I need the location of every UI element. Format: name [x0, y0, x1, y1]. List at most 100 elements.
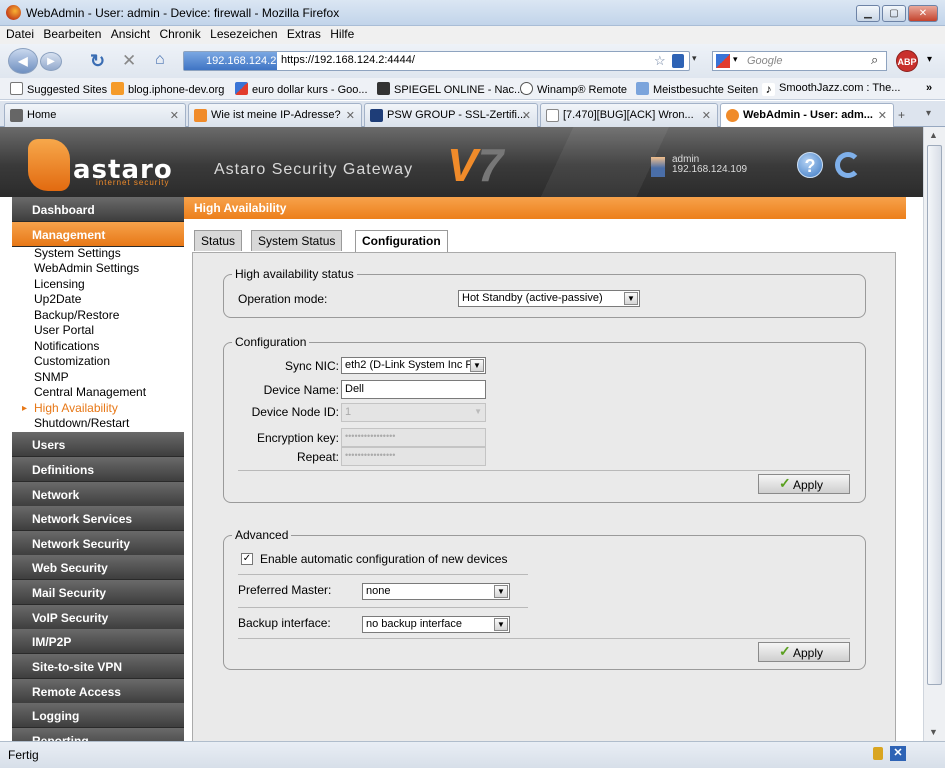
browser-tab-psw[interactable]: PSW GROUP - SSL-Zertifi... ✕ [364, 103, 538, 127]
sidebar-site-to-site-vpn[interactable]: Site-to-site VPN [12, 654, 184, 679]
adblock-icon[interactable]: ABP [896, 50, 918, 72]
bookmark-iphone-dev[interactable]: blog.iphone-dev.org [111, 82, 224, 96]
forward-button[interactable]: ▶ [40, 52, 62, 71]
dropdown-icon[interactable]: ▾ [692, 53, 697, 64]
url-text[interactable]: https://192.168.124.2:4444/ [281, 54, 415, 66]
sidebar-item-system-settings[interactable]: System Settings [34, 246, 121, 261]
refresh-icon[interactable] [835, 152, 861, 178]
sidebar-remote-access[interactable]: Remote Access [12, 679, 184, 704]
google-icon [235, 82, 248, 95]
sidebar-users[interactable]: Users [12, 432, 184, 457]
star-icon[interactable]: ☆ [654, 53, 666, 69]
scrollbar-thumb[interactable] [927, 145, 942, 685]
version-badge: V7 [447, 141, 503, 189]
sidebar-network-services[interactable]: Network Services [12, 506, 184, 531]
sidebar-item-up2date[interactable]: Up2Date [34, 292, 81, 307]
home-favicon-icon [10, 109, 23, 122]
search-engine-dropdown-icon[interactable]: ▾ [733, 54, 738, 65]
bookmark-meistbesuchte[interactable]: Meistbesuchte Seiten [636, 82, 758, 96]
chevron-down-icon: ▼ [494, 618, 508, 631]
sidebar-reporting[interactable]: Reporting [12, 728, 184, 741]
sidebar-item-shutdown-restart[interactable]: Shutdown/Restart [34, 416, 129, 431]
bookmark-spiegel[interactable]: SPIEGEL ONLINE - Nac... [377, 82, 523, 96]
menu-lesezeichen[interactable]: Lesezeichen [210, 26, 277, 43]
stop-icon[interactable]: ✕ [122, 51, 136, 71]
addon-icon[interactable]: ✕ [890, 746, 906, 761]
close-tab-icon[interactable]: ✕ [346, 109, 355, 122]
menu-ansicht[interactable]: Ansicht [111, 26, 150, 43]
bookmark-winamp[interactable]: Winamp® Remote [520, 82, 627, 96]
page-favicon-icon [546, 109, 559, 122]
sidebar-item-webadmin-settings[interactable]: WebAdmin Settings [34, 261, 139, 276]
firefox-icon [6, 5, 21, 20]
sidebar-voip-security[interactable]: VoIP Security [12, 605, 184, 630]
home-icon[interactable]: ⌂ [155, 51, 165, 69]
browser-tab-home[interactable]: Home ✕ [4, 103, 186, 127]
search-bar[interactable]: ▾ Google ⌕ [712, 51, 887, 71]
sidebar-network[interactable]: Network [12, 482, 184, 507]
sidebar-item-licensing[interactable]: Licensing [34, 277, 85, 292]
google-icon[interactable] [716, 54, 730, 68]
sidebar-definitions[interactable]: Definitions [12, 457, 184, 482]
close-tab-icon[interactable]: ✕ [702, 109, 711, 122]
sidebar-item-notifications[interactable]: Notifications [34, 339, 99, 354]
reload-icon[interactable]: ↻ [90, 51, 105, 72]
preferred-master-select[interactable]: none ▼ [362, 583, 510, 600]
maximize-button[interactable]: ▢ [882, 5, 906, 22]
scroll-up-icon[interactable]: ▲ [929, 130, 938, 140]
sidebar-management[interactable]: Management [12, 222, 184, 247]
adblock-menu-icon[interactable]: ▾ [927, 54, 932, 65]
browser-tab-bug[interactable]: [7.470][BUG][ACK] Wron... ✕ [540, 103, 718, 127]
backup-interface-select[interactable]: no backup interface ▼ [362, 616, 510, 633]
vertical-scrollbar[interactable]: ▲ ▼ [923, 127, 945, 741]
feed-icon[interactable] [672, 54, 684, 68]
sidebar-item-snmp[interactable]: SNMP [34, 370, 69, 385]
apply-config-button[interactable]: ✓ Apply [758, 474, 850, 494]
operation-mode-select[interactable]: Hot Standby (active-passive) ▼ [458, 290, 640, 307]
browser-tab-webadmin[interactable]: WebAdmin - User: adm... ✕ [720, 103, 894, 128]
menu-datei[interactable]: Datei [6, 26, 34, 43]
bookmarks-overflow-icon[interactable]: » [926, 82, 932, 94]
device-name-input[interactable]: Dell [341, 380, 486, 399]
close-button[interactable]: ✕ [908, 5, 938, 22]
bookmark-suggested-sites[interactable]: Suggested Sites [10, 82, 107, 96]
sidebar-logging[interactable]: Logging [12, 703, 184, 728]
search-icon[interactable]: ⌕ [871, 52, 878, 68]
sidebar-network-security[interactable]: Network Security [12, 531, 184, 556]
sync-nic-select[interactable]: eth2 (D-Link System Inc F ▼ [341, 357, 486, 374]
tab-configuration[interactable]: Configuration [355, 230, 448, 252]
menu-extras[interactable]: Extras [287, 26, 321, 43]
back-button[interactable]: ◀ [8, 48, 38, 74]
tab-status[interactable]: Status [194, 230, 243, 251]
sidebar-item-high-availability[interactable]: High Availability [22, 401, 118, 416]
sidebar-item-user-portal[interactable]: User Portal [34, 323, 94, 338]
site-identity-button[interactable]: 192.168.124.2 [184, 52, 277, 70]
sidebar-dashboard[interactable]: Dashboard [12, 197, 184, 222]
sidebar-im-p2p[interactable]: IM/P2P [12, 629, 184, 654]
sidebar-item-backup-restore[interactable]: Backup/Restore [34, 308, 119, 323]
auto-config-checkbox[interactable]: ✓ [241, 553, 253, 565]
close-tab-icon[interactable]: ✕ [878, 109, 887, 122]
url-bar[interactable]: 192.168.124.2 https://192.168.124.2:4444… [183, 51, 697, 71]
minimize-button[interactable]: ▁ [856, 5, 880, 22]
menu-hilfe[interactable]: Hilfe [330, 26, 354, 43]
bookmark-smoothjazz[interactable]: ♪ SmoothJazz.com : The... [762, 82, 900, 96]
menu-chronik[interactable]: Chronik [159, 26, 200, 43]
sidebar-item-central-management[interactable]: Central Management [34, 385, 146, 400]
sidebar-web-security[interactable]: Web Security [12, 555, 184, 580]
bookmark-euro-dollar[interactable]: euro dollar kurs - Goo... [235, 82, 368, 96]
sidebar-item-customization[interactable]: Customization [34, 354, 110, 369]
lock-icon[interactable] [873, 747, 883, 760]
tab-list-icon[interactable]: ▾ [926, 108, 931, 119]
scroll-down-icon[interactable]: ▼ [929, 727, 938, 737]
new-tab-icon[interactable]: + [898, 108, 905, 122]
apply-advanced-button[interactable]: ✓ Apply [758, 642, 850, 662]
close-tab-icon[interactable]: ✕ [170, 109, 179, 122]
browser-tab-ip[interactable]: Wie ist meine IP-Adresse? ✕ [188, 103, 362, 127]
astaro-logo-icon [28, 139, 70, 191]
help-icon[interactable]: ? [797, 152, 823, 178]
menu-bearbeiten[interactable]: Bearbeiten [43, 26, 101, 43]
sidebar-mail-security[interactable]: Mail Security [12, 580, 184, 605]
tab-system-status[interactable]: System Status [251, 230, 343, 251]
close-tab-icon[interactable]: ✕ [522, 109, 531, 122]
